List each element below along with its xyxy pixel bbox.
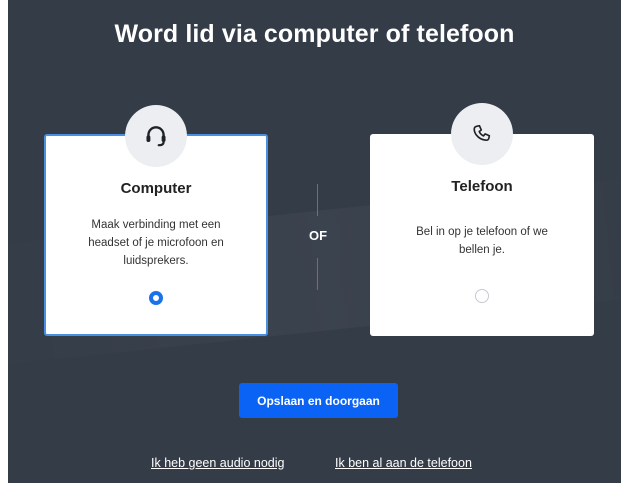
or-separator-label: OF: [308, 228, 328, 243]
computer-radio[interactable]: [149, 291, 163, 305]
phone-icon: [473, 124, 491, 142]
phone-radio[interactable]: [475, 289, 489, 303]
phone-option-description: Bel in op je telefoon of we bellen je.: [416, 226, 548, 256]
computer-option-card[interactable]: Computer Maak verbinding met een headset…: [44, 105, 268, 336]
phone-option-title: Telefoon: [451, 178, 513, 195]
headset-icon-circle: [125, 105, 187, 167]
phone-option-card[interactable]: Telefoon Bel in op je telefoon of we bel…: [370, 103, 594, 336]
headset-icon: [146, 126, 166, 147]
join-audio-panel: Word lid via computer of telefoon Comput…: [8, 0, 621, 483]
already-on-phone-link[interactable]: Ik ben al aan de telefoon: [335, 456, 472, 470]
page-title: Word lid via computer of telefoon: [114, 20, 515, 48]
separator-line-top: [317, 184, 318, 216]
separator-line-bottom: [317, 258, 318, 290]
computer-option-description: Maak verbinding met een headset of je mi…: [88, 219, 224, 267]
no-audio-link[interactable]: Ik heb geen audio nodig: [151, 456, 284, 470]
save-and-continue-button[interactable]: Opslaan en doorgaan: [239, 383, 398, 418]
phone-icon-circle: [451, 103, 513, 165]
computer-option-title: Computer: [120, 180, 192, 197]
